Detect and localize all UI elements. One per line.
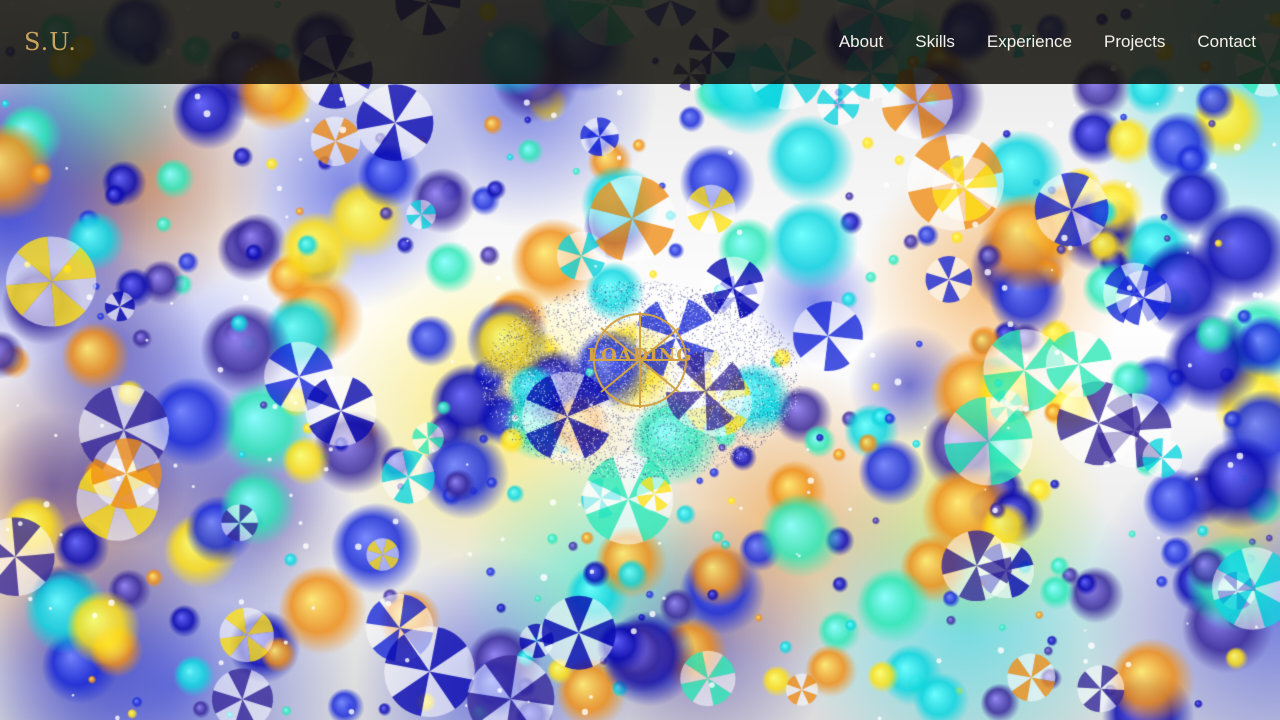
nav-link-projects[interactable]: Projects xyxy=(1104,32,1165,52)
nav-link-about[interactable]: About xyxy=(839,32,883,52)
navbar: S.U. About Skills Experience Projects Co… xyxy=(0,0,1280,84)
nav-links: About Skills Experience Projects Contact xyxy=(839,32,1256,52)
loading-indicator: LOADING xyxy=(581,306,699,414)
loading-text: LOADING xyxy=(587,345,693,366)
nav-link-experience[interactable]: Experience xyxy=(987,32,1072,52)
nav-link-skills[interactable]: Skills xyxy=(915,32,955,52)
site-logo[interactable]: S.U. xyxy=(24,28,77,56)
nav-link-contact[interactable]: Contact xyxy=(1197,32,1256,52)
page: S.U. About Skills Experience Projects Co… xyxy=(0,0,1280,720)
